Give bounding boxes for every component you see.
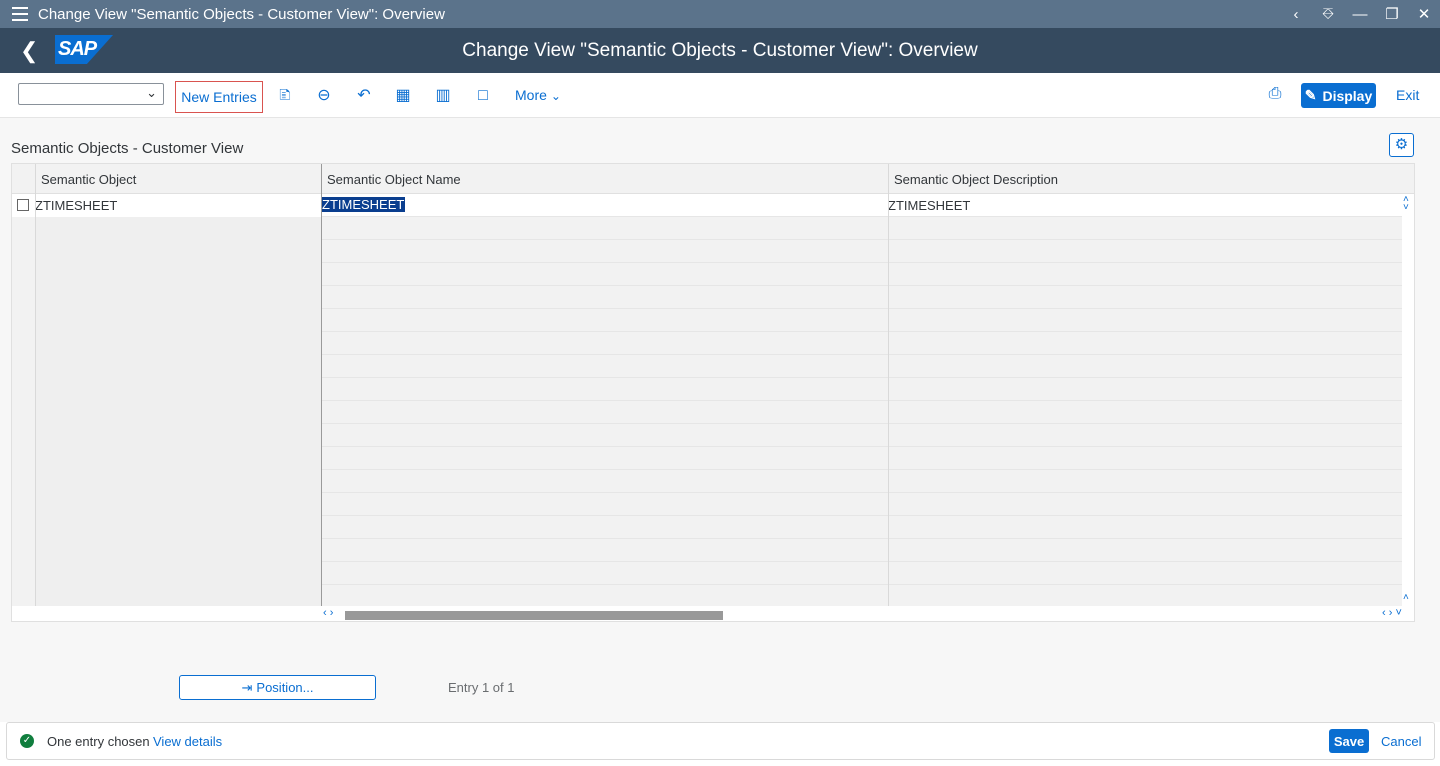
column-header-semantic-object-name[interactable]: Semantic Object Name — [327, 172, 461, 187]
cell-semantic-object-name[interactable]: ZTIMESHEET — [321, 197, 406, 212]
table-row — [12, 447, 1402, 470]
table-row — [12, 470, 1402, 493]
back-arrow-icon[interactable]: ‹ — [1280, 6, 1312, 23]
table-row — [12, 516, 1402, 539]
column-divider — [888, 164, 889, 621]
chevron-down-icon: ⌄ — [550, 89, 561, 103]
chevron-down-icon: ⌄ — [146, 85, 157, 100]
view-details-link[interactable]: View details — [153, 734, 222, 749]
vertical-scrollbar[interactable]: ˄ ˅ ˄ — [1402, 194, 1414, 606]
section-title: Semantic Objects - Customer View — [11, 140, 244, 157]
table-header: Semantic Object Semantic Object Name Sem… — [12, 164, 1414, 194]
cancel-button[interactable]: Cancel — [1381, 734, 1421, 749]
table-row — [12, 217, 1402, 240]
table-row — [12, 424, 1402, 447]
scroll-down-icon[interactable]: ˅ — [1403, 202, 1409, 213]
unlock-icon[interactable]: ⎑ — [1312, 6, 1344, 23]
content-area: Semantic Objects - Customer View ⚙ Seman… — [0, 118, 1440, 722]
table-row — [12, 263, 1402, 286]
hamburger-menu-icon[interactable] — [12, 7, 34, 21]
shell-header: ❮ SAP Change View "Semantic Objects - Cu… — [0, 28, 1440, 73]
position-button[interactable]: ⇥ Position... — [179, 675, 376, 700]
data-table: Semantic Object Semantic Object Name Sem… — [11, 163, 1415, 622]
scroll-left-icon[interactable]: ‹ › — [323, 607, 333, 619]
restore-icon[interactable]: ❐ — [1376, 5, 1408, 23]
footer-bar: ✓ One entry chosen View details Save Can… — [6, 722, 1435, 760]
page-title: Change View "Semantic Objects - Customer… — [462, 40, 978, 61]
cell-semantic-object[interactable]: ZTIMESHEET — [35, 198, 117, 213]
copy-icon[interactable]: 🗈 — [274, 85, 296, 107]
print-icon[interactable]: ⎙ — [1264, 85, 1286, 107]
key-column-divider — [321, 164, 322, 621]
minimize-icon[interactable]: — — [1344, 6, 1376, 23]
table-row — [12, 309, 1402, 332]
scroll-up-icon[interactable]: ˄ — [1403, 592, 1409, 603]
table-row — [12, 562, 1402, 585]
select-block-icon[interactable]: ▥ — [432, 85, 454, 107]
new-entries-button[interactable]: New Entries — [175, 81, 263, 113]
entry-count: Entry 1 of 1 — [448, 680, 515, 695]
table-row — [12, 493, 1402, 516]
window-title: Change View "Semantic Objects - Customer… — [38, 5, 445, 23]
scroll-right-icon[interactable]: ‹ › ˅ — [1382, 607, 1402, 619]
deselect-all-icon[interactable]: □ — [472, 85, 494, 107]
horizontal-scrollbar[interactable]: ‹ › ‹ › ˅ — [12, 606, 1414, 621]
scrollbar-thumb[interactable] — [345, 611, 723, 620]
select-all-icon[interactable]: ▦ — [392, 85, 414, 107]
more-menu-button[interactable]: More ⌄ — [515, 87, 561, 103]
undo-icon[interactable]: ↶ — [353, 85, 375, 107]
table-row — [12, 401, 1402, 424]
table-row[interactable]: ZTIMESHEET ZTIMESHEET ZTIMESHEET — [12, 194, 1402, 217]
display-toggle-icon: ✎ — [1304, 87, 1317, 103]
save-button[interactable]: Save — [1329, 729, 1369, 753]
table-row — [12, 585, 1402, 608]
table-row — [12, 378, 1402, 401]
table-row — [12, 539, 1402, 562]
table-row — [12, 355, 1402, 378]
table-row — [12, 286, 1402, 309]
success-check-icon: ✓ — [20, 734, 34, 748]
window-title-bar: Change View "Semantic Objects - Customer… — [0, 0, 1440, 28]
toolbar: ⌄ New Entries 🗈 ⊖ ↶ ▦ ▥ □ More ⌄ ⎙ Exit — [0, 73, 1440, 118]
row-select-checkbox[interactable] — [17, 199, 29, 211]
delete-icon[interactable]: ⊖ — [313, 85, 335, 107]
cell-semantic-object-description[interactable]: ZTIMESHEET — [888, 198, 970, 213]
variant-select[interactable]: ⌄ — [18, 83, 164, 105]
column-header-semantic-object-description[interactable]: Semantic Object Description — [894, 172, 1058, 187]
close-icon[interactable]: ✕ — [1408, 5, 1440, 23]
display-button[interactable]: ✎ Display — [1301, 83, 1376, 108]
exit-button[interactable]: Exit — [1396, 87, 1419, 103]
table-settings-gear-icon[interactable]: ⚙ — [1389, 133, 1414, 157]
column-divider — [35, 164, 36, 621]
table-row — [12, 240, 1402, 263]
column-header-semantic-object[interactable]: Semantic Object — [41, 172, 136, 187]
position-icon: ⇥ — [241, 679, 253, 695]
status-message: One entry chosen — [47, 734, 150, 749]
table-row — [12, 332, 1402, 355]
